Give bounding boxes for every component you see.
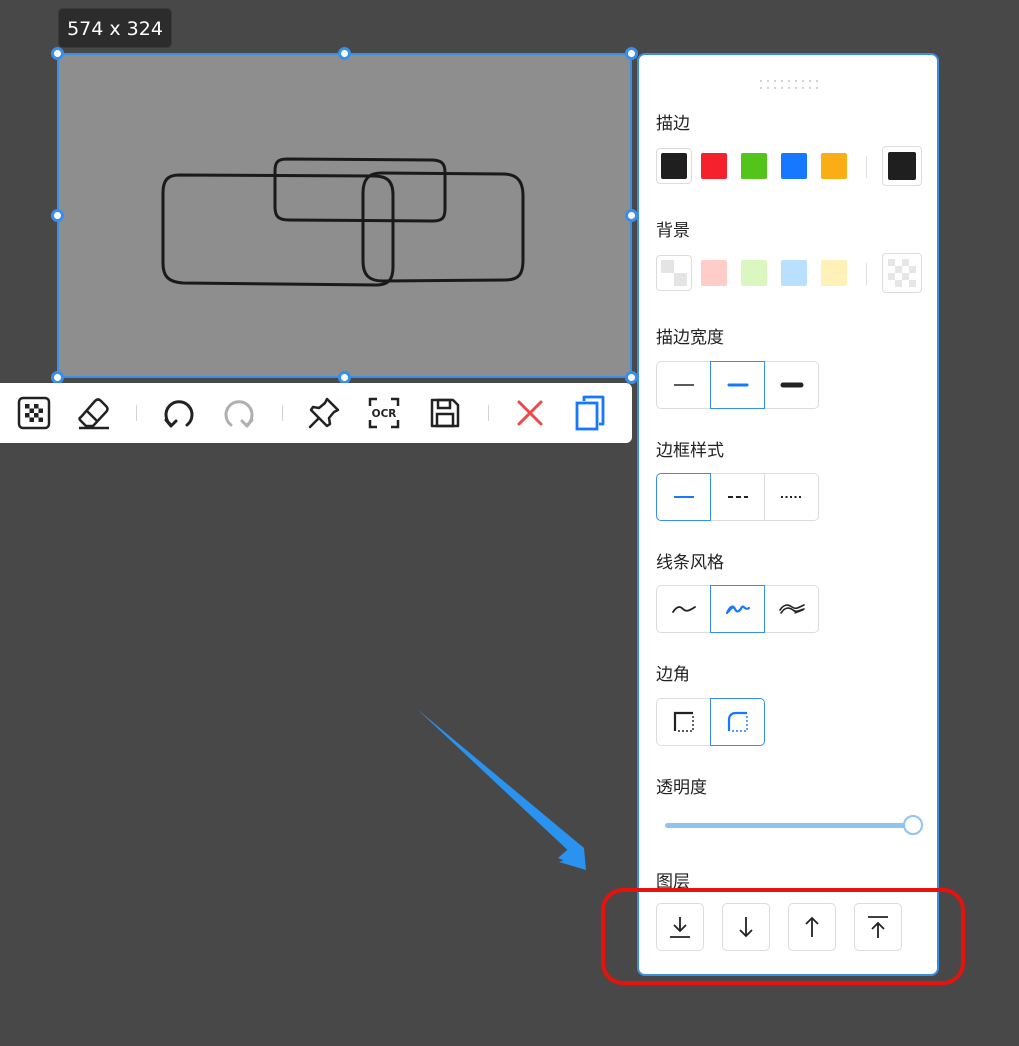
border-style-solid[interactable] — [656, 473, 711, 521]
line-style-artist[interactable] — [710, 585, 765, 633]
stroke-width-medium[interactable] — [710, 361, 765, 409]
annotation-highlight-box — [601, 888, 965, 985]
medium-line-icon — [727, 383, 748, 387]
rough-stroke-icon — [725, 605, 750, 615]
round-corner-icon — [727, 711, 748, 732]
corner-round[interactable] — [710, 698, 765, 746]
solid-line-icon — [673, 496, 694, 498]
